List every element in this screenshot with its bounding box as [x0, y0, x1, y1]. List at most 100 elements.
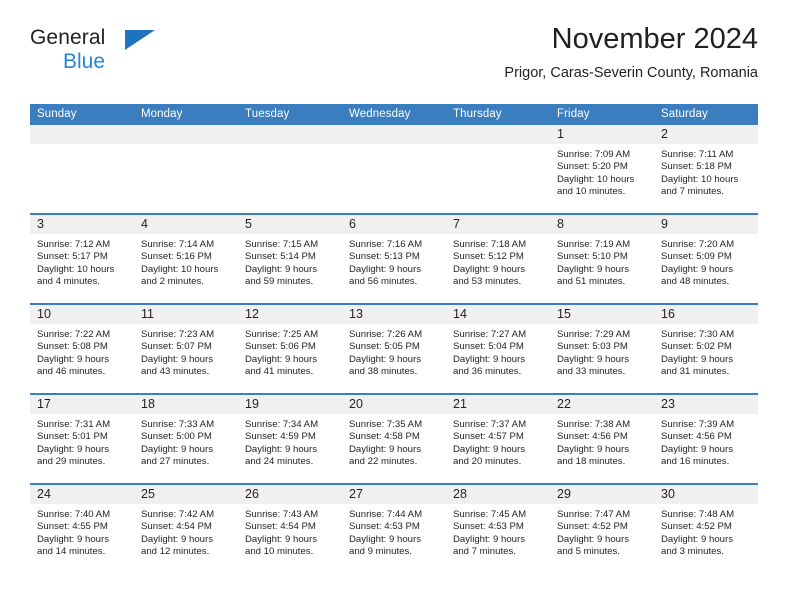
sun-info: Sunrise: 7:22 AM Sunset: 5:08 PM Daylight:…: [30, 324, 134, 379]
sunrise-text: Sunrise: 7:45 AM: [453, 509, 527, 520]
day-number: 6: [342, 215, 446, 234]
day-number: 5: [238, 215, 342, 234]
day-number: 13: [342, 305, 446, 324]
calendar-day-cell[interactable]: 30 Sunrise: 7:48 AM Sunset: 4:52 PM Dayligh…: [654, 485, 758, 573]
daylight-text: Daylight: 9 hours: [141, 533, 213, 545]
daylight-text: Daylight: 9 hours: [557, 533, 629, 545]
calendar-day-cell[interactable]: 18 Sunrise: 7:33 AM Sunset: 5:00 PM Dayligh…: [134, 395, 238, 483]
calendar-day-cell[interactable]: 24 Sunrise: 7:40 AM Sunset: 4:55 PM Dayligh…: [30, 485, 134, 573]
daylight-text: and 14 minutes.: [37, 546, 106, 558]
daylight-text: and 48 minutes.: [661, 276, 730, 288]
sunrise-text: Sunrise: 7:11 AM: [661, 149, 734, 160]
calendar-day-cell[interactable]: 2 Sunrise: 7:11 AM Sunset: 5:18 PM Daylight…: [654, 125, 758, 213]
calendar-day-cell[interactable]: 19 Sunrise: 7:34 AM Sunset: 4:59 PM Dayligh…: [238, 395, 342, 483]
daylight-text: Daylight: 9 hours: [661, 533, 733, 545]
daylight-text: Daylight: 9 hours: [661, 443, 733, 455]
sunrise-text: Sunrise: 7:48 AM: [661, 509, 735, 520]
sunrise-text: Sunrise: 7:23 AM: [141, 329, 215, 340]
sun-info: Sunrise: 7:33 AM Sunset: 5:00 PM Daylight:…: [134, 414, 238, 469]
calendar-day-cell[interactable]: 27 Sunrise: 7:44 AM Sunset: 4:53 PM Dayligh…: [342, 485, 446, 573]
calendar-day-cell[interactable]: 25 Sunrise: 7:42 AM Sunset: 4:54 PM Dayligh…: [134, 485, 238, 573]
daylight-text: and 3 minutes.: [661, 546, 724, 558]
calendar-day-cell[interactable]: 28 Sunrise: 7:45 AM Sunset: 4:53 PM Dayligh…: [446, 485, 550, 573]
daylight-text: and 22 minutes.: [349, 456, 418, 468]
calendar-day-cell[interactable]: 26 Sunrise: 7:43 AM Sunset: 4:54 PM Dayligh…: [238, 485, 342, 573]
calendar-day-cell[interactable]: 15 Sunrise: 7:29 AM Sunset: 5:03 PM Dayligh…: [550, 305, 654, 393]
logo-triangle-icon: [125, 30, 155, 50]
daylight-text: and 31 minutes.: [661, 366, 730, 378]
calendar-day-cell[interactable]: 7 Sunrise: 7:18 AM Sunset: 5:12 PM Daylight…: [446, 215, 550, 303]
calendar-day-cell[interactable]: 21 Sunrise: 7:37 AM Sunset: 4:57 PM Dayligh…: [446, 395, 550, 483]
calendar-day-cell[interactable]: 11 Sunrise: 7:23 AM Sunset: 5:07 PM Dayligh…: [134, 305, 238, 393]
calendar-day-cell[interactable]: 23 Sunrise: 7:39 AM Sunset: 4:56 PM Dayligh…: [654, 395, 758, 483]
sun-info: Sunrise: 7:45 AM Sunset: 4:53 PM Daylight:…: [446, 504, 550, 559]
sunrise-text: Sunrise: 7:44 AM: [349, 509, 423, 520]
calendar-day-cell[interactable]: 6 Sunrise: 7:16 AM Sunset: 5:13 PM Daylight…: [342, 215, 446, 303]
sunrise-text: Sunrise: 7:16 AM: [349, 239, 423, 250]
day-number: 19: [238, 395, 342, 414]
sun-info: Sunrise: 7:48 AM Sunset: 4:52 PM Daylight:…: [654, 504, 758, 559]
day-number: 16: [654, 305, 758, 324]
daylight-text: Daylight: 9 hours: [245, 533, 317, 545]
sunset-text: Sunset: 4:56 PM: [557, 431, 628, 443]
day-number: 20: [342, 395, 446, 414]
daylight-text: Daylight: 9 hours: [557, 263, 629, 275]
daylight-text: and 10 minutes.: [245, 546, 314, 558]
calendar-week-row: 24 Sunrise: 7:40 AM Sunset: 4:55 PM Dayligh…: [30, 483, 758, 573]
sunset-text: Sunset: 5:16 PM: [141, 251, 212, 263]
sun-info: Sunrise: 7:18 AM Sunset: 5:12 PM Daylight:…: [446, 234, 550, 289]
calendar-week-row: 17 Sunrise: 7:31 AM Sunset: 5:01 PM Dayligh…: [30, 393, 758, 484]
sunrise-text: Sunrise: 7:19 AM: [557, 239, 631, 250]
sunset-text: Sunset: 5:02 PM: [661, 341, 732, 353]
weekday-header-friday: Friday: [550, 104, 654, 125]
sunrise-text: Sunrise: 7:20 AM: [661, 239, 735, 250]
sunrise-text: Sunrise: 7:25 AM: [245, 329, 319, 340]
calendar-day-cell[interactable]: 22 Sunrise: 7:38 AM Sunset: 4:56 PM Dayligh…: [550, 395, 654, 483]
sun-info: Sunrise: 7:26 AM Sunset: 5:05 PM Daylight:…: [342, 324, 446, 379]
daylight-text: and 20 minutes.: [453, 456, 522, 468]
day-number: 8: [550, 215, 654, 234]
calendar-day-cell[interactable]: 14 Sunrise: 7:27 AM Sunset: 5:04 PM Dayligh…: [446, 305, 550, 393]
calendar-day-cell[interactable]: 13 Sunrise: 7:26 AM Sunset: 5:05 PM Dayligh…: [342, 305, 446, 393]
calendar-day-cell[interactable]: 17 Sunrise: 7:31 AM Sunset: 5:01 PM Dayligh…: [30, 395, 134, 483]
logo-text-blue: Blue: [63, 50, 106, 73]
daylight-text: and 10 minutes.: [557, 186, 626, 198]
daylight-text: Daylight: 9 hours: [37, 443, 109, 455]
sunset-text: Sunset: 5:04 PM: [453, 341, 524, 353]
sun-info: Sunrise: 7:42 AM Sunset: 4:54 PM Daylight:…: [134, 504, 238, 559]
sunset-text: Sunset: 5:13 PM: [349, 251, 420, 263]
day-number: 21: [446, 395, 550, 414]
calendar-day-cell[interactable]: 9 Sunrise: 7:20 AM Sunset: 5:09 PM Daylight…: [654, 215, 758, 303]
day-number: 28: [446, 485, 550, 504]
daylight-text: and 27 minutes.: [141, 456, 210, 468]
daylight-text: and 46 minutes.: [37, 366, 106, 378]
sunrise-text: Sunrise: 7:12 AM: [37, 239, 111, 250]
weekday-header-thursday: Thursday: [446, 104, 550, 125]
calendar-day-cell[interactable]: 10 Sunrise: 7:22 AM Sunset: 5:08 PM Dayligh…: [30, 305, 134, 393]
sunset-text: Sunset: 5:12 PM: [453, 251, 524, 263]
daylight-text: Daylight: 10 hours: [661, 173, 739, 185]
calendar-day-cell[interactable]: 8 Sunrise: 7:19 AM Sunset: 5:10 PM Daylight…: [550, 215, 654, 303]
calendar-day-cell[interactable]: 16 Sunrise: 7:30 AM Sunset: 5:02 PM Dayligh…: [654, 305, 758, 393]
sunrise-text: Sunrise: 7:09 AM: [557, 149, 631, 160]
calendar-day-cell[interactable]: 3 Sunrise: 7:12 AM Sunset: 5:17 PM Daylight…: [30, 215, 134, 303]
general-blue-logo[interactable]: General Blue: [30, 26, 160, 78]
day-number: 30: [654, 485, 758, 504]
sun-info: Sunrise: 7:38 AM Sunset: 4:56 PM Daylight:…: [550, 414, 654, 469]
day-number: 17: [30, 395, 134, 414]
sunset-text: Sunset: 5:20 PM: [557, 161, 628, 173]
calendar-day-cell[interactable]: 5 Sunrise: 7:15 AM Sunset: 5:14 PM Daylight…: [238, 215, 342, 303]
daylight-text: Daylight: 9 hours: [349, 263, 421, 275]
calendar-day-cell[interactable]: 1 Sunrise: 7:09 AM Sunset: 5:20 PM Daylight…: [550, 125, 654, 213]
sunrise-text: Sunrise: 7:27 AM: [453, 329, 527, 340]
calendar-cell-empty: [238, 125, 342, 213]
sun-info: Sunrise: 7:37 AM Sunset: 4:57 PM Daylight:…: [446, 414, 550, 469]
sunset-text: Sunset: 5:01 PM: [37, 431, 108, 443]
calendar-day-cell[interactable]: 4 Sunrise: 7:14 AM Sunset: 5:16 PM Daylight…: [134, 215, 238, 303]
calendar-day-cell[interactable]: 29 Sunrise: 7:47 AM Sunset: 4:52 PM Dayligh…: [550, 485, 654, 573]
sun-info: Sunrise: 7:43 AM Sunset: 4:54 PM Daylight:…: [238, 504, 342, 559]
page-header: General Blue November 2024 Prigor, Caras…: [30, 23, 758, 98]
sunrise-text: Sunrise: 7:35 AM: [349, 419, 423, 430]
calendar-day-cell[interactable]: 20 Sunrise: 7:35 AM Sunset: 4:58 PM Dayligh…: [342, 395, 446, 483]
calendar-day-cell[interactable]: 12 Sunrise: 7:25 AM Sunset: 5:06 PM Dayligh…: [238, 305, 342, 393]
